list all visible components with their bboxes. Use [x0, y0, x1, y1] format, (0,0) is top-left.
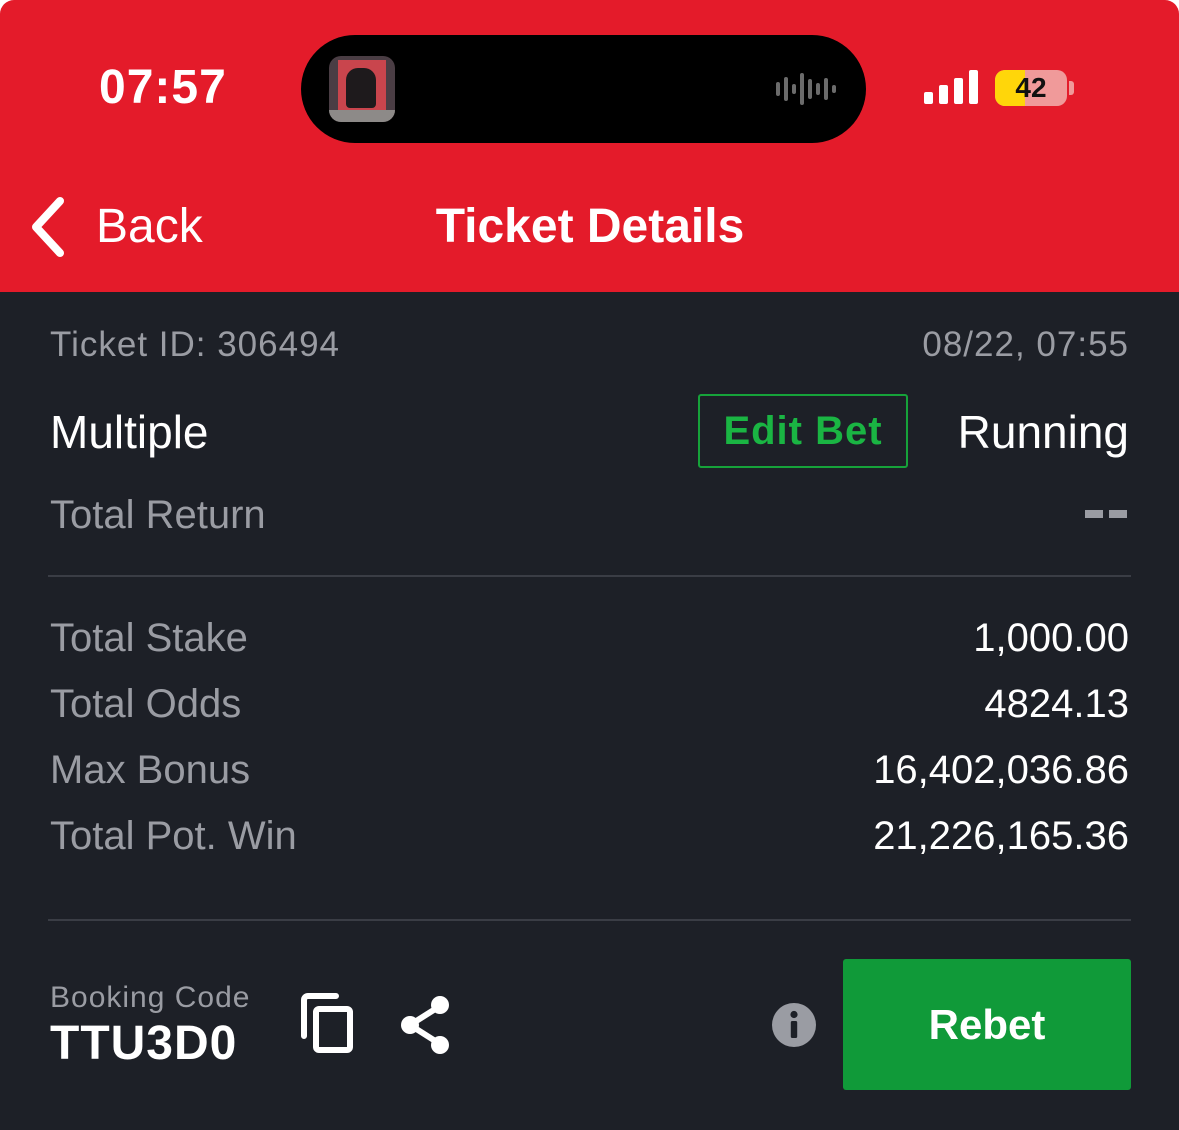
share-icon[interactable] [398, 994, 454, 1056]
album-art-figure [346, 68, 376, 108]
dynamic-island[interactable] [301, 35, 866, 143]
bet-type: Multiple [50, 406, 209, 458]
total-return-value [1085, 510, 1129, 522]
ticket-datetime: 08/22, 07:55 [922, 325, 1129, 364]
divider [48, 575, 1131, 577]
audio-waveform-icon [776, 73, 836, 105]
album-art-floor [329, 110, 395, 122]
dash-mark [1109, 510, 1127, 518]
total-stake-label: Total Stake [50, 616, 248, 660]
page-title: Ticket Details [435, 200, 745, 253]
total-pot-win-label: Total Pot. Win [50, 814, 297, 858]
album-art-thumbnail [329, 56, 395, 122]
max-bonus-value: 16,402,036.86 [873, 748, 1129, 792]
back-button[interactable]: Back [28, 196, 203, 258]
total-pot-win-value: 21,226,165.36 [873, 814, 1129, 858]
max-bonus-label: Max Bonus [50, 748, 251, 792]
rebet-button[interactable]: Rebet [843, 959, 1131, 1090]
ticket-id: Ticket ID: 306494 [50, 325, 341, 364]
battery-icon: 42 [995, 70, 1067, 106]
info-icon[interactable] [771, 1002, 817, 1048]
battery-tip [1069, 81, 1074, 95]
divider [48, 919, 1131, 921]
total-stake-value: 1,000.00 [973, 616, 1129, 660]
cellular-signal-icon [924, 70, 978, 104]
edit-bet-button[interactable]: Edit Bet [698, 394, 908, 468]
total-return-label: Total Return [50, 493, 266, 537]
total-odds-label: Total Odds [50, 682, 242, 726]
dash-mark [1085, 510, 1103, 518]
chevron-left-icon [32, 197, 64, 257]
ticket-content: Ticket ID: 306494 08/22, 07:55 Multiple … [0, 292, 1179, 1130]
booking-code-label: Booking Code [50, 981, 251, 1014]
back-label: Back [96, 200, 203, 253]
copy-icon[interactable] [298, 992, 356, 1054]
ticket-details-screen: 07:57 42 Back Ticket Details Ticket ID: … [0, 0, 1179, 1130]
booking-code: TTU3D0 [50, 1017, 238, 1070]
bet-status: Running [957, 406, 1129, 458]
header-bar: 07:57 42 Back Ticket Details [0, 0, 1179, 292]
status-time: 07:57 [99, 61, 227, 114]
battery-level: 42 [1015, 72, 1047, 103]
total-odds-value: 4824.13 [984, 682, 1129, 726]
